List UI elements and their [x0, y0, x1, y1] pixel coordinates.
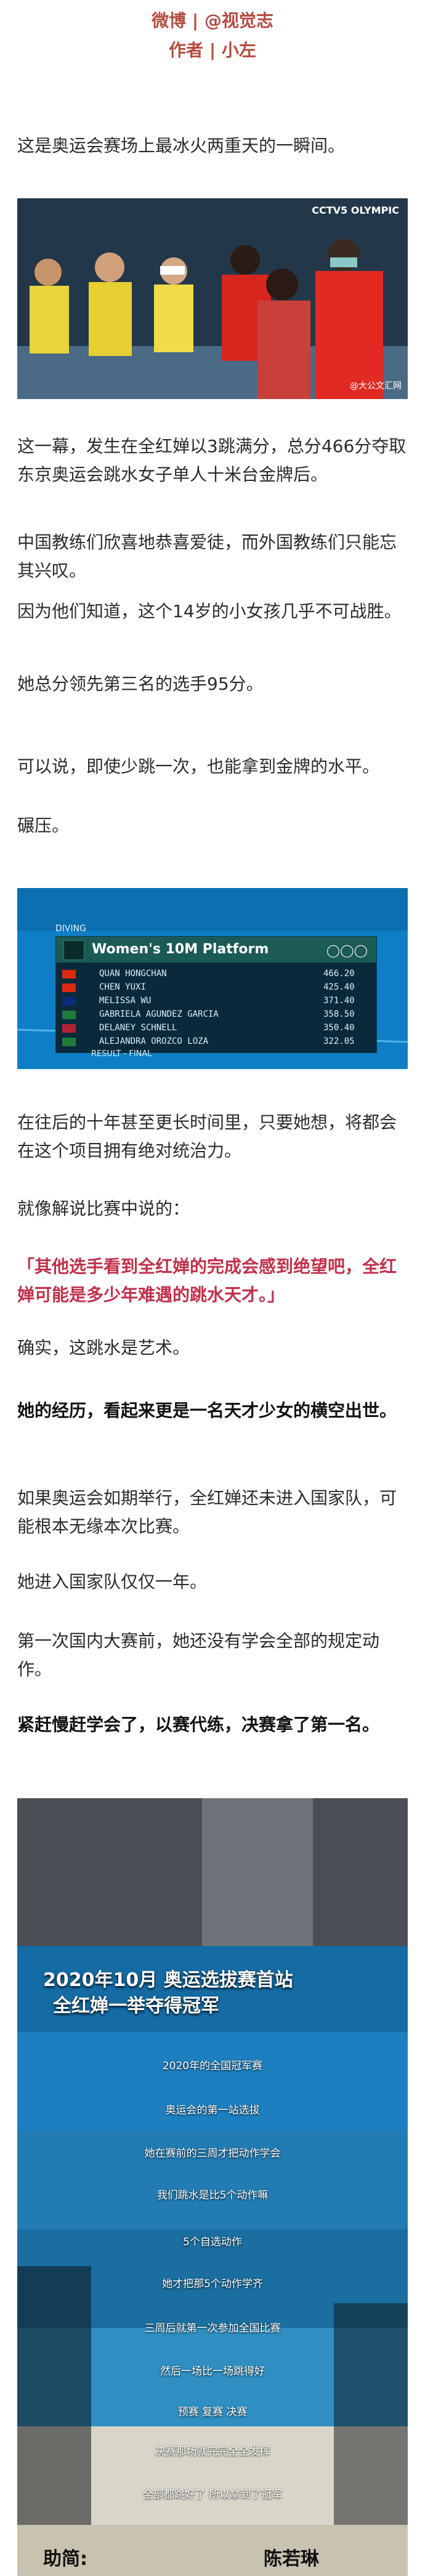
athlete-score: 425.40	[323, 982, 355, 992]
paragraph-4: 因为他们知道，这个14岁的小女孩几乎不可战胜。	[17, 601, 402, 621]
athlete-name: CHEN YUXI	[99, 982, 146, 992]
video-caption: 2020年的全国冠军赛	[162, 2060, 263, 2072]
athlete-score: 466.20	[323, 969, 355, 979]
result-row: DELANEY SCHNELL 350.40	[56, 1022, 376, 1035]
athlete-name: ALEJANDRA OROZCO LOZA	[99, 1036, 209, 1046]
video-caption: 她才把那5个动作学齐	[162, 2278, 263, 2290]
athlete-name: DELANEY SCHNELL	[99, 1023, 177, 1033]
paragraph-1: 这是奥运会赛场上最冰火两重天的一瞬间。	[17, 135, 346, 156]
video-caption: 然后一场比一场跳得好	[160, 2365, 265, 2378]
broadcaster-watermark: CCTV5 OLYMPIC	[312, 204, 399, 216]
video-caption: 全部都跳好了 所以拿到了冠军	[142, 2489, 283, 2501]
olympic-rings-icon: ◯◯◯	[326, 943, 368, 958]
country-flag-icon	[62, 970, 76, 979]
trials-video-collage[interactable]: 2020年10月 奥运选拔赛首站 全红婵一举夺得冠军 2020年的全国冠军赛 奥运…	[17, 1798, 408, 2576]
paragraph-6: 可以说，即使少跳一次，也能拿到金牌的水平。	[17, 756, 380, 777]
result-label: RESULT - FINAL	[91, 1049, 152, 1059]
video-caption: 5个自选动作	[183, 2236, 242, 2248]
collage-bottom-left: 助简:	[43, 2548, 87, 2570]
credit-line: 微博 | @视觉志	[152, 10, 273, 31]
paragraph-11: 如果奥运会如期举行，全红婵还未进入国家队，可能根本无缘本次比赛。	[17, 1488, 397, 1536]
country-flag-icon	[62, 997, 76, 1006]
author-line: 作者 | 小左	[169, 40, 256, 60]
board-header: Women's 10M Platform ◯◯◯	[56, 937, 376, 963]
country-flag-icon	[62, 1024, 76, 1033]
paragraph-7: 碾压。	[17, 815, 70, 836]
result-row: MELISSA WU 371.40	[56, 995, 376, 1008]
athlete-name: QUAN HONGCHAN	[99, 969, 167, 979]
paragraph-5: 她总分领先第三名的选手95分。	[17, 674, 264, 694]
country-flag-icon	[62, 1038, 76, 1046]
collage-headline-1: 2020年10月 奥运选拔赛首站	[43, 1969, 293, 1991]
country-flag-icon	[62, 1011, 76, 1019]
coaches-photo-art	[17, 198, 408, 399]
video-caption: 决赛那场就完完全全发挥	[155, 2445, 270, 2458]
coaches-photo[interactable]: CCTV5 OLYMPIC @大公文汇网	[17, 198, 408, 399]
event-label: DIVING	[55, 924, 86, 934]
bold-paragraph-1: 她的经历，看起来更是一名天才少女的横空出世。	[17, 1400, 397, 1421]
athlete-name: GABRIELA AGUNDEZ GARCIA	[99, 1009, 219, 1019]
athlete-score: 350.40	[323, 1023, 355, 1033]
country-flag-icon	[62, 983, 76, 992]
collage-bottom-right: 陈若琳	[264, 2548, 319, 2570]
result-row: GABRIELA AGUNDEZ GARCIA 358.50	[56, 1008, 376, 1022]
result-row: ALEJANDRA OROZCO LOZA 322.05	[56, 1035, 376, 1049]
athlete-score: 371.40	[323, 996, 355, 1006]
video-caption: 奥运会的第一站选拔	[165, 2104, 260, 2117]
article-page: 微博 | @视觉志 作者 | 小左 这是奥运会赛场上最冰火两重天的一瞬间。 CC…	[0, 0, 425, 2576]
paragraph-8: 在往后的十年甚至更长时间里，只要她想，将都会在这个项目拥有绝对统治力。	[17, 1112, 397, 1161]
paragraph-3: 中国教练们欣喜地恭喜爱徒，而外国教练们只能忘其兴叹。	[17, 532, 397, 581]
event-title: Women's 10M Platform	[92, 942, 269, 957]
image-source: @大公文汇网	[350, 381, 402, 391]
paragraph-2: 这一幕，发生在全红婵以3跳满分，总分466分夺取东京奥运会跳水女子单人十米台金牌…	[17, 436, 407, 485]
athlete-name: MELISSA WU	[99, 996, 152, 1006]
result-row: CHEN YUXI 425.40	[56, 981, 376, 995]
scoreboard-image[interactable]: DIVING Women's 10M Platform ◯◯◯ QUAN HON…	[17, 888, 408, 1069]
video-caption: 她在赛前的三周才把动作学会	[144, 2147, 281, 2160]
video-caption: 我们跳水是比5个动作嘛	[156, 2189, 269, 2202]
paragraph-12: 她进入国家队仅仅一年。	[17, 1572, 208, 1592]
athlete-score: 358.50	[323, 1009, 355, 1019]
bold-paragraph-2: 紧赶慢赶学会了，以赛代练，决赛拿了第一名。	[17, 1714, 380, 1735]
paragraph-9: 就像解说比赛中说的：	[17, 1198, 190, 1219]
paragraph-10: 确实，这跳水是艺术。	[17, 1338, 190, 1358]
paragraph-13: 第一次国内大赛前，她还没有学会全部的规定动作。	[17, 1631, 380, 1679]
collage-headline-2: 全红婵一举夺得冠军	[53, 1995, 219, 2017]
commentator-quote: 「其他选手看到全红婵的完成会感到绝望吧，全红婵可能是多少年难遇的跳水天才。」	[17, 1256, 397, 1305]
result-row: QUAN HONGCHAN 466.20	[56, 967, 376, 981]
video-caption: 预赛 复赛 决赛	[177, 2406, 248, 2418]
results-board: Women's 10M Platform ◯◯◯ QUAN HONGCHAN 46…	[55, 936, 377, 1053]
diving-icon	[63, 940, 84, 960]
athlete-score: 322.05	[323, 1036, 355, 1046]
video-caption: 三周后就第一次参加全国比赛	[144, 2322, 281, 2335]
results-list: QUAN HONGCHAN 466.20 CHEN YUXI 425.40 MELISS…	[56, 967, 376, 1051]
